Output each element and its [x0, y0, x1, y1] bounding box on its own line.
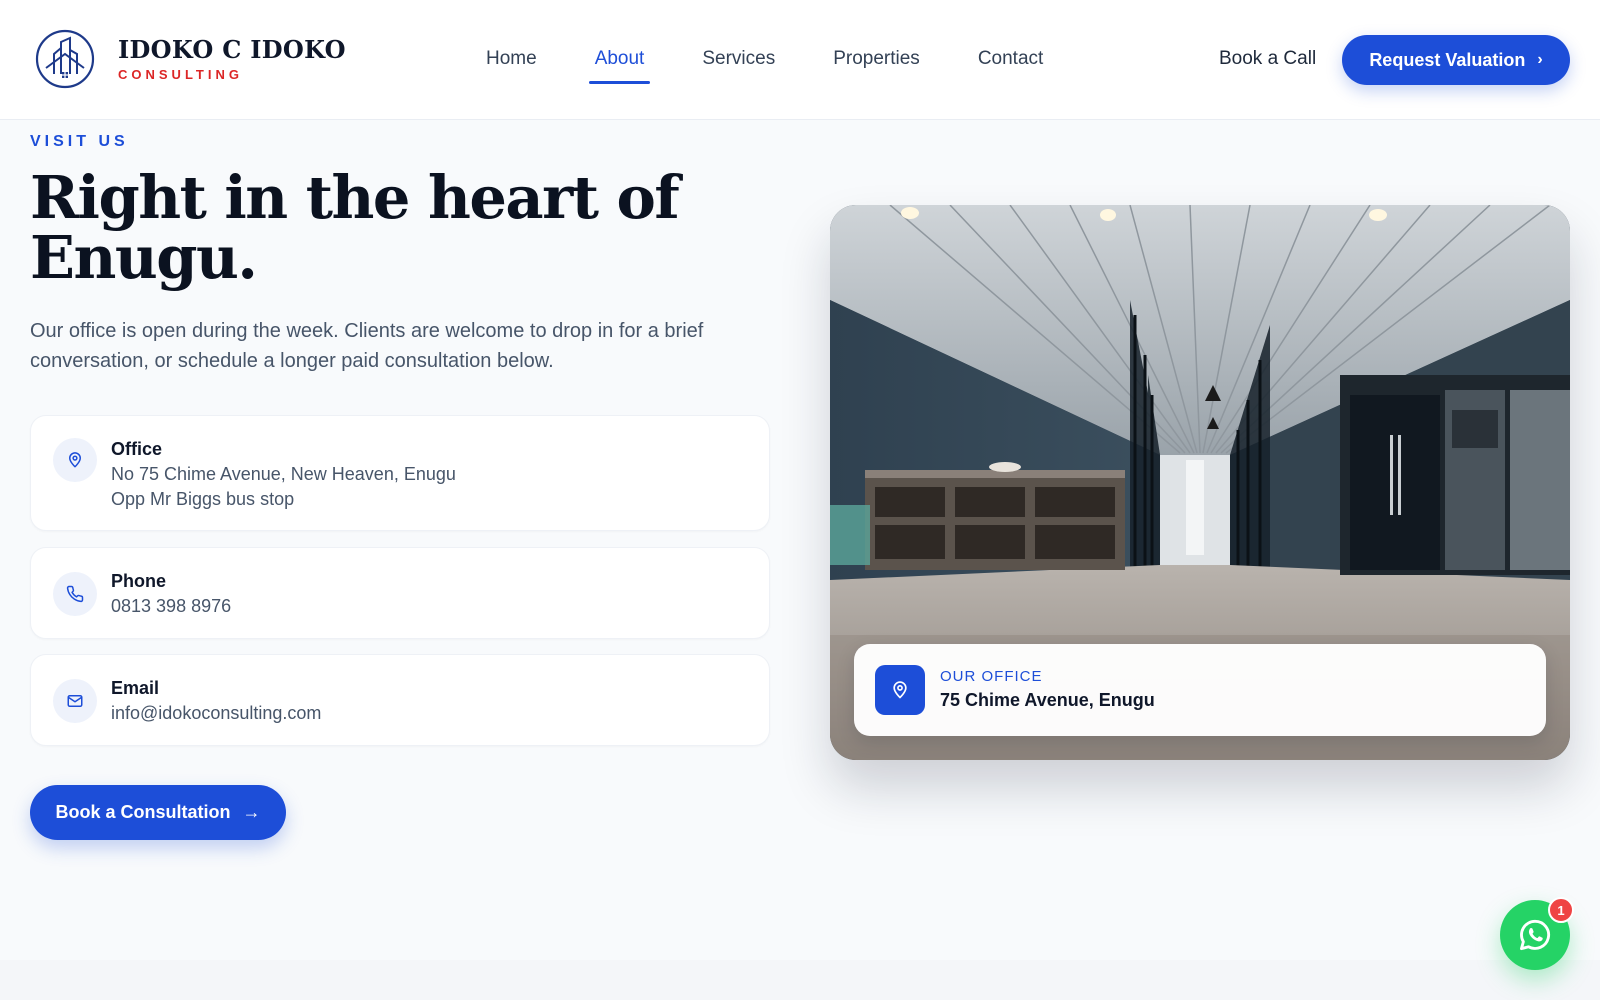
email-card[interactable]: Email info@idokoconsulting.com — [30, 654, 770, 746]
office-landmark: Opp Mr Biggs bus stop — [111, 489, 295, 509]
brand-logo[interactable]: IDOKO C IDOKO CONSULTING — [34, 28, 346, 90]
main-nav: Home About Services Properties Contact — [480, 42, 1095, 84]
mail-icon — [53, 679, 97, 723]
notification-badge: 1 — [1548, 897, 1574, 923]
office-details: Office No 75 Chime Avenue, New Heaven, E… — [111, 436, 456, 512]
office-location-card: OUR OFFICE 75 Chime Avenue, Enugu — [854, 644, 1546, 736]
email-label: Email — [111, 678, 160, 698]
brand-name: IDOKO C IDOKO — [118, 34, 346, 64]
next-section-edge — [0, 960, 1600, 1000]
nav-contact[interactable]: Contact — [972, 42, 1049, 84]
nav-services[interactable]: Services — [696, 42, 781, 84]
office-card-address: 75 Chime Avenue, Enugu — [940, 690, 1155, 710]
intro-text: Our office is open during the week. Clie… — [30, 320, 704, 372]
page-title: Right in the heart of Enugu. — [30, 163, 680, 292]
nav-about[interactable]: About — [588, 42, 651, 84]
logo-building-icon — [35, 29, 95, 89]
request-valuation-button[interactable]: Request Valuation › — [1342, 35, 1570, 85]
phone-details: Phone 0813 398 8976 — [111, 568, 231, 619]
arrow-right-icon: → — [242, 802, 261, 822]
chevron-right-icon: › — [1537, 51, 1543, 68]
email-address[interactable]: info@idokoconsulting.com — [111, 701, 321, 726]
office-label: Office — [111, 439, 163, 459]
office-card-label: OUR OFFICE — [940, 668, 1043, 685]
whatsapp-icon — [1520, 919, 1551, 951]
phone-icon — [53, 572, 97, 616]
book-call-link[interactable]: Book a Call — [1219, 48, 1316, 70]
phone-card[interactable]: Phone 0813 398 8976 — [30, 547, 770, 639]
office-address: No 75 Chime Avenue, New Heaven, Enugu — [111, 464, 456, 484]
nav-home[interactable]: Home — [480, 42, 543, 84]
site-header: IDOKO C IDOKO CONSULTING Home About Serv… — [0, 0, 1600, 120]
location-pin-icon — [875, 665, 925, 715]
phone-number[interactable]: 0813 398 8976 — [111, 594, 231, 619]
email-details: Email info@idokoconsulting.com — [111, 675, 321, 726]
request-valuation-label: Request Valuation — [1369, 49, 1526, 70]
office-card: Office No 75 Chime Avenue, New Heaven, E… — [30, 415, 770, 531]
section-eyebrow: VISIT US — [30, 133, 129, 150]
brand-tagline: CONSULTING — [118, 66, 243, 82]
phone-label: Phone — [111, 571, 167, 591]
logo-text: IDOKO C IDOKO CONSULTING — [118, 34, 346, 82]
book-consultation-label: Book a Consultation — [55, 802, 231, 822]
book-consultation-button[interactable]: Book a Consultation → — [30, 785, 286, 840]
map-pin-icon — [53, 438, 97, 482]
office-photo: OUR OFFICE 75 Chime Avenue, Enugu — [830, 205, 1570, 760]
nav-properties[interactable]: Properties — [827, 42, 926, 84]
